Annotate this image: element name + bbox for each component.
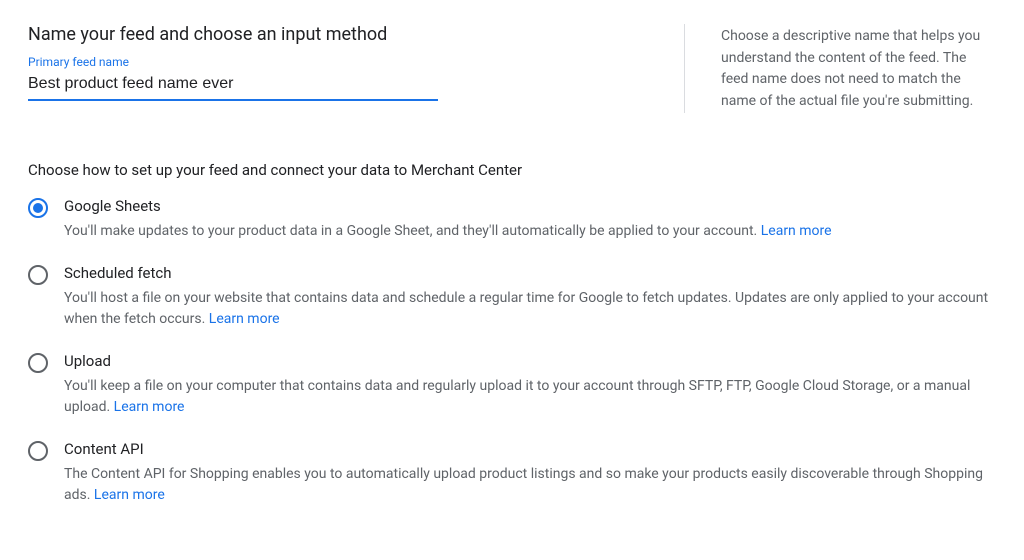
option-title-upload: Upload [64, 352, 996, 370]
option-body-content-api: Content API The Content API for Shopping … [64, 440, 996, 506]
option-body-scheduled-fetch: Scheduled fetch You'll host a file on you… [64, 264, 996, 330]
option-content-api: Content API The Content API for Shopping … [28, 440, 996, 506]
option-desc-text-content-api: The Content API for Shopping enables you… [64, 466, 983, 503]
radio-scheduled-fetch[interactable] [28, 265, 48, 285]
top-section: Name your feed and choose an input metho… [28, 24, 996, 113]
option-body-upload: Upload You'll keep a file on your compute… [64, 352, 996, 418]
radio-content-api[interactable] [28, 441, 48, 461]
option-title-content-api: Content API [64, 440, 996, 458]
option-title-scheduled-fetch: Scheduled fetch [64, 264, 996, 282]
page-heading: Name your feed and choose an input metho… [28, 24, 648, 45]
option-desc-scheduled-fetch: You'll host a file on your website that … [64, 288, 996, 330]
option-desc-text-upload: You'll keep a file on your computer that… [64, 378, 970, 415]
input-method-options: Google Sheets You'll make updates to your… [28, 197, 996, 506]
option-scheduled-fetch: Scheduled fetch You'll host a file on you… [28, 264, 996, 330]
feed-name-column: Name your feed and choose an input metho… [28, 24, 648, 113]
option-upload: Upload You'll keep a file on your compute… [28, 352, 996, 418]
radio-upload[interactable] [28, 353, 48, 373]
radio-google-sheets[interactable] [28, 198, 48, 218]
learn-more-link-google-sheets[interactable]: Learn more [761, 223, 832, 239]
learn-more-link-upload[interactable]: Learn more [114, 399, 185, 415]
option-desc-text-google-sheets: You'll make updates to your product data… [64, 223, 757, 239]
option-desc-upload: You'll keep a file on your computer that… [64, 376, 996, 418]
help-text: Choose a descriptive name that helps you… [721, 24, 996, 113]
option-desc-text-scheduled-fetch: You'll host a file on your website that … [64, 290, 988, 327]
option-desc-content-api: The Content API for Shopping enables you… [64, 464, 996, 506]
learn-more-link-content-api[interactable]: Learn more [94, 487, 165, 503]
vertical-divider [684, 24, 685, 113]
option-desc-google-sheets: You'll make updates to your product data… [64, 221, 996, 242]
option-body-google-sheets: Google Sheets You'll make updates to your… [64, 197, 996, 242]
input-method-subheading: Choose how to set up your feed and conne… [28, 161, 996, 179]
learn-more-link-scheduled-fetch[interactable]: Learn more [209, 311, 280, 327]
option-google-sheets: Google Sheets You'll make updates to your… [28, 197, 996, 242]
feed-name-input[interactable] [28, 71, 438, 101]
option-title-google-sheets: Google Sheets [64, 197, 996, 215]
feed-name-label: Primary feed name [28, 55, 648, 69]
feed-name-input-wrap [28, 71, 438, 101]
